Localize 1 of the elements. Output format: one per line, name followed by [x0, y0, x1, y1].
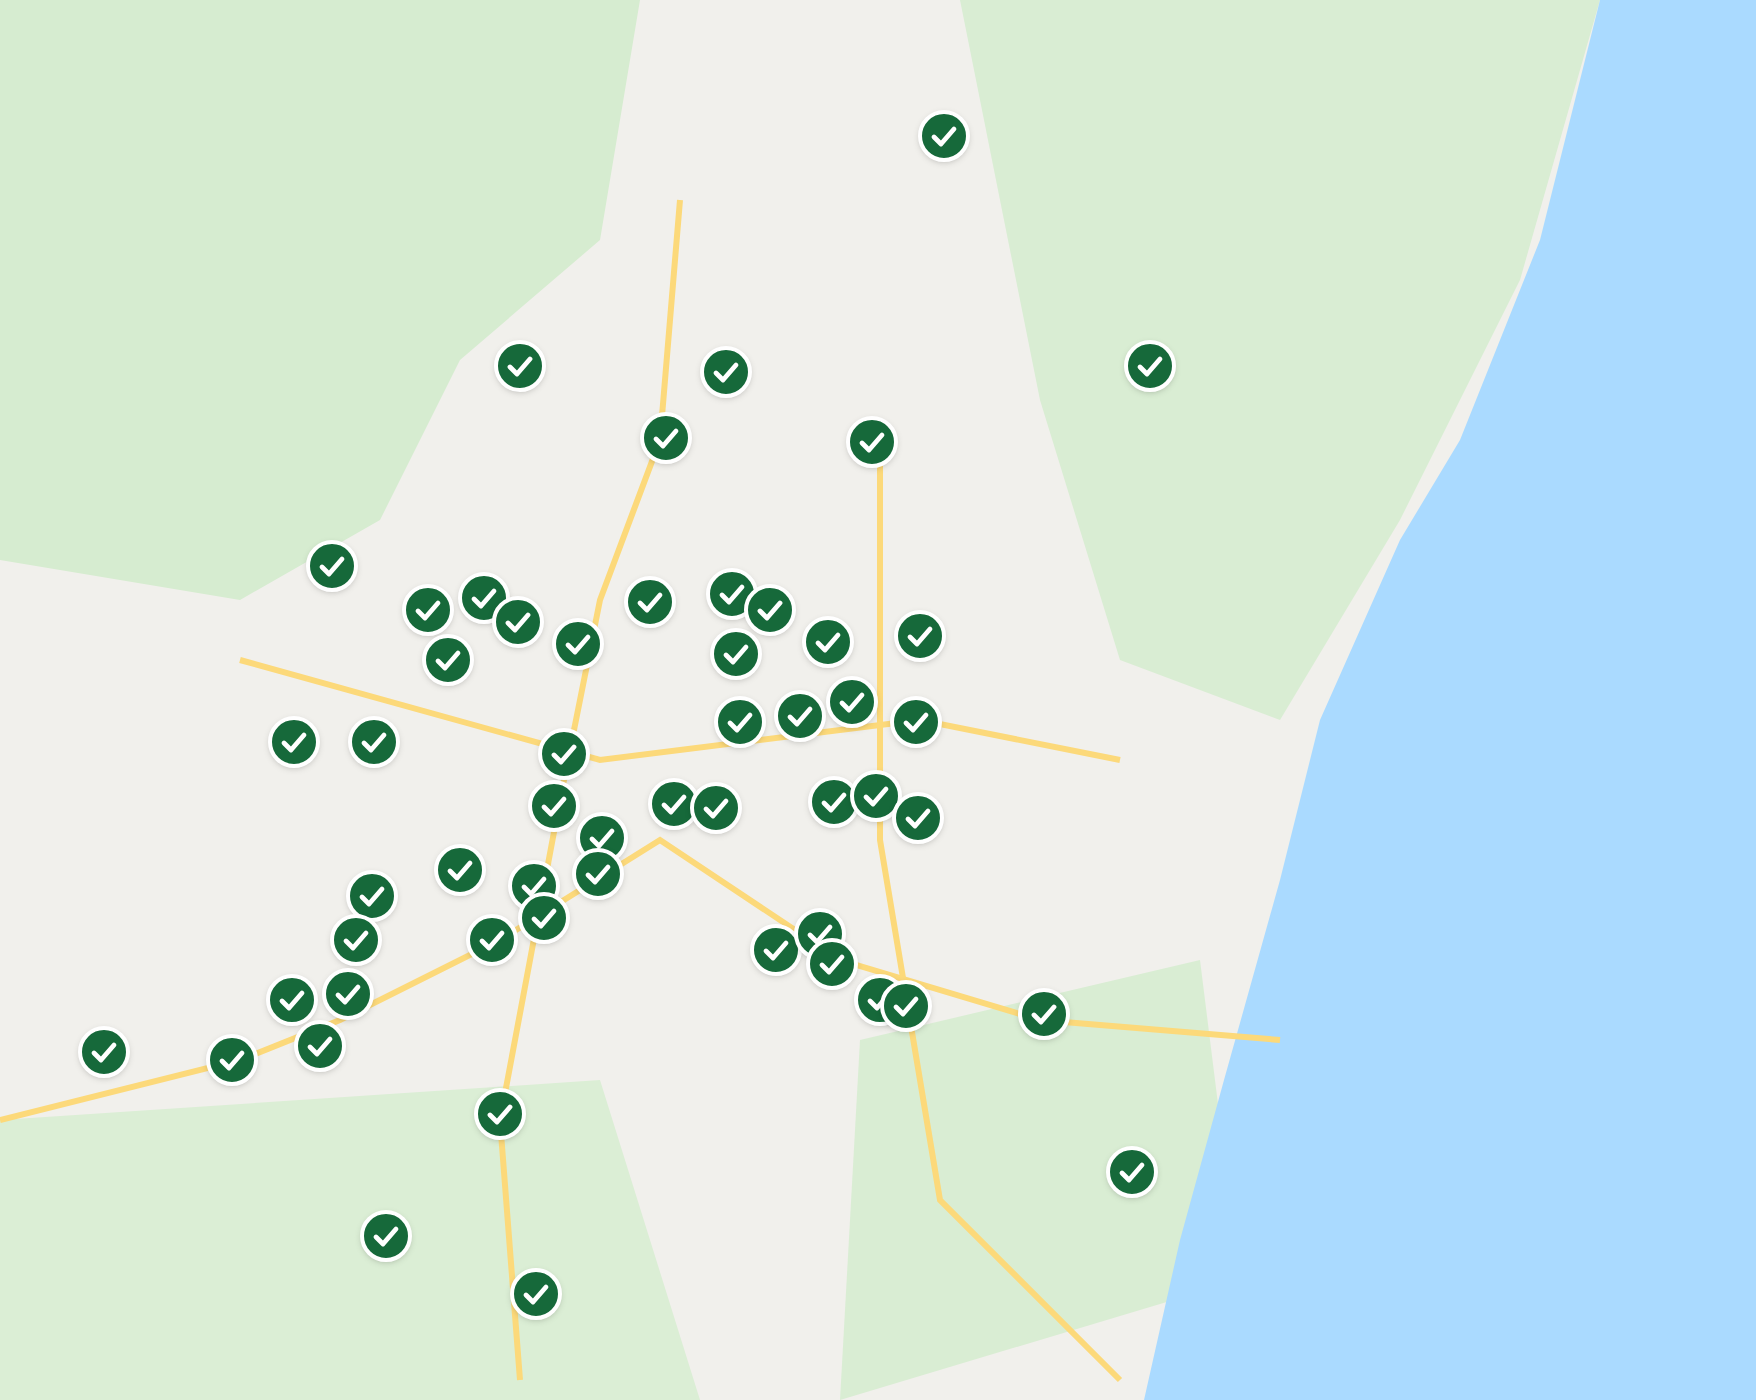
map-drawing[interactable]: [0, 0, 1756, 1400]
